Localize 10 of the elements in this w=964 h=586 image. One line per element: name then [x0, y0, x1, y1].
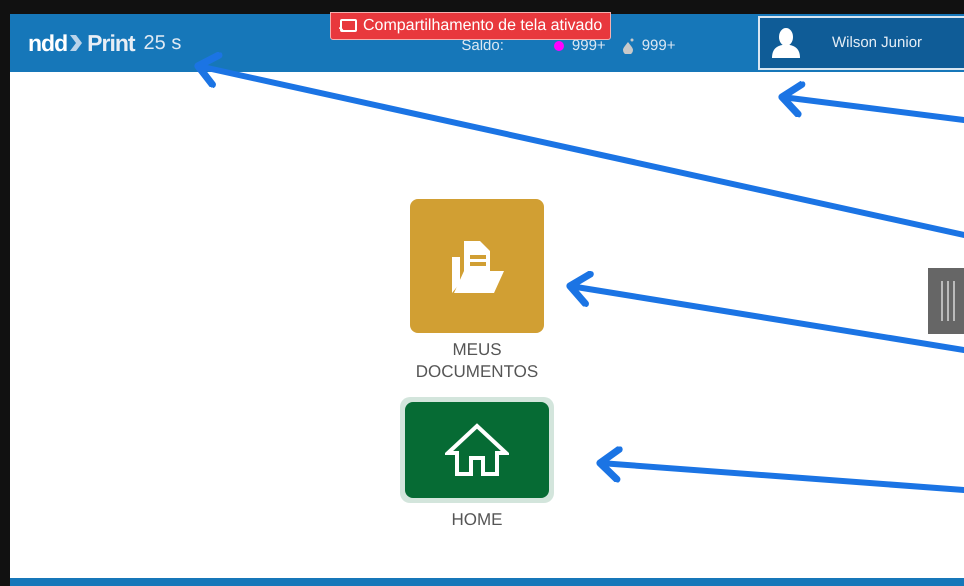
- tile-label: MEUS DOCUMENTOS: [414, 339, 540, 383]
- tile-label: HOME: [450, 509, 504, 531]
- balance-value: 999+: [642, 36, 676, 56]
- logo-text: ndd: [28, 28, 68, 58]
- timer-text: 25 s: [144, 31, 182, 56]
- balance-value: 999+: [572, 36, 606, 56]
- user-button[interactable]: Wilson Junior: [758, 16, 964, 70]
- banner-text: Compartilhamento de tela ativado: [363, 16, 602, 36]
- logo-text: Print: [87, 28, 135, 58]
- balance-label: Saldo:: [461, 36, 504, 56]
